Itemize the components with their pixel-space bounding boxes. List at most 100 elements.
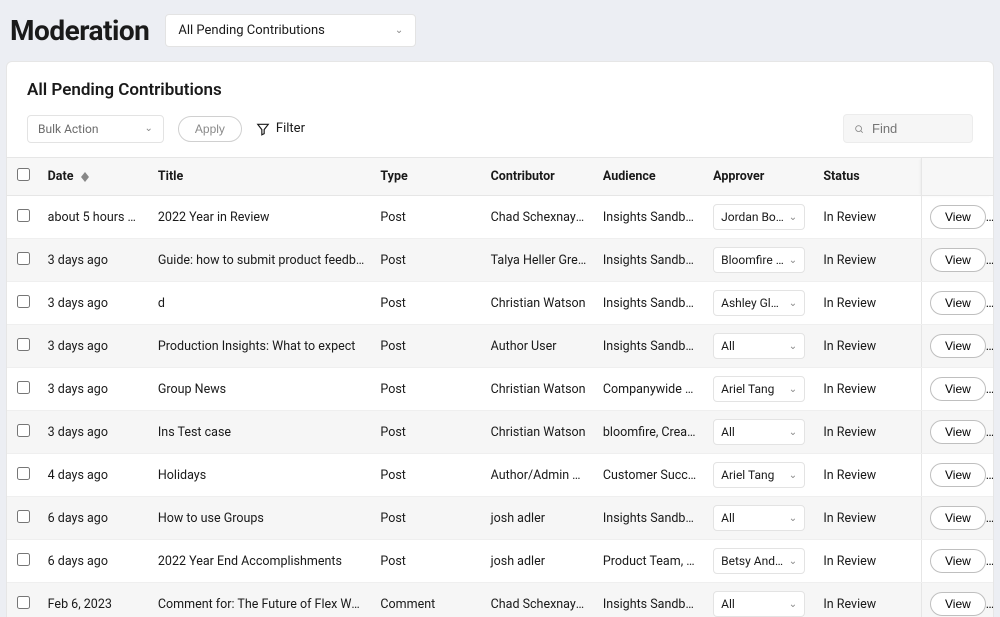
select-all-checkbox[interactable] <box>17 168 30 181</box>
approver-value: Ariel Tang <box>721 382 774 396</box>
col-audience[interactable]: Audience <box>595 158 705 196</box>
row-date: 3 days ago <box>40 368 150 411</box>
row-type: Post <box>372 282 482 325</box>
row-audience: Insights Sandbox <box>595 282 705 325</box>
table-row: 4 days agoHolidaysPostAuthor/Admin TestC… <box>7 454 993 497</box>
row-type: Comment <box>372 583 482 617</box>
row-actions: View <box>922 583 994 617</box>
funnel-icon <box>256 122 270 136</box>
col-status[interactable]: Status <box>815 158 921 196</box>
row-approver-cell: Ashley Gladden⌄ <box>705 282 815 325</box>
view-button[interactable]: View <box>930 377 986 401</box>
search-input[interactable] <box>872 121 962 136</box>
col-approver[interactable]: Approver <box>705 158 815 196</box>
row-approver-cell: All⌄ <box>705 497 815 540</box>
row-checkbox[interactable] <box>17 295 30 308</box>
view-button[interactable]: View <box>930 463 986 487</box>
table-row: about 5 hours ago2022 Year in ReviewPost… <box>7 196 993 239</box>
chevron-down-icon: ⌄ <box>145 123 153 134</box>
row-status: In Review <box>815 540 921 583</box>
row-status: In Review <box>815 454 921 497</box>
row-approver-cell: All⌄ <box>705 583 815 617</box>
approver-dropdown[interactable]: Ashley Gladden⌄ <box>713 290 805 316</box>
row-status: In Review <box>815 196 921 239</box>
row-type: Post <box>372 411 482 454</box>
row-type: Post <box>372 540 482 583</box>
row-audience: Insights Sandbox <box>595 325 705 368</box>
filter-button[interactable]: Filter <box>256 121 305 136</box>
row-status: In Review <box>815 497 921 540</box>
row-checkbox[interactable] <box>17 510 30 523</box>
table-row: 3 days agodPostChristian WatsonInsights … <box>7 282 993 325</box>
search-box[interactable] <box>843 114 973 143</box>
row-audience: Insights Sandbox <box>595 196 705 239</box>
approver-value: All <box>721 425 735 439</box>
chevron-down-icon: ⌄ <box>789 255 797 266</box>
row-actions: View <box>922 540 994 583</box>
approver-dropdown[interactable]: Jordan Boyson⌄ <box>713 204 805 230</box>
approver-value: Betsy Anderson <box>721 554 785 568</box>
row-checkbox[interactable] <box>17 209 30 222</box>
col-date-label: Date <box>48 169 74 184</box>
row-audience: Insights Sandbox <box>595 583 705 617</box>
row-checkbox[interactable] <box>17 252 30 265</box>
row-title: Ins Test case <box>150 411 373 454</box>
row-status: In Review <box>815 282 921 325</box>
row-contributor: Chad Schexnayder <box>483 583 595 617</box>
row-checkbox[interactable] <box>17 381 30 394</box>
row-status: In Review <box>815 583 921 617</box>
chevron-down-icon: ⌄ <box>789 298 797 309</box>
view-button[interactable]: View <box>930 506 986 530</box>
apply-button[interactable]: Apply <box>178 116 242 142</box>
approver-dropdown[interactable]: Ariel Tang⌄ <box>713 376 805 402</box>
col-type[interactable]: Type <box>372 158 482 196</box>
row-actions: View <box>922 282 994 325</box>
row-checkbox[interactable] <box>17 467 30 480</box>
row-actions: View <box>922 497 994 540</box>
col-contributor[interactable]: Contributor <box>483 158 595 196</box>
row-actions: View <box>922 411 994 454</box>
table-row: 3 days agoGroup NewsPostChristian Watson… <box>7 368 993 411</box>
row-actions: View <box>922 239 994 282</box>
approver-dropdown[interactable]: Betsy Anderson⌄ <box>713 548 805 574</box>
row-date: 3 days ago <box>40 325 150 368</box>
row-contributor: josh adler <box>483 540 595 583</box>
row-checkbox-cell <box>7 325 40 368</box>
pending-filter-dropdown[interactable]: All Pending Contributions ⌄ <box>165 14 416 47</box>
view-button[interactable]: View <box>930 248 986 272</box>
col-approver-label: Approver <box>713 169 764 184</box>
view-button[interactable]: View <box>930 592 986 616</box>
approver-dropdown[interactable]: All⌄ <box>713 505 805 531</box>
table-row: 3 days agoIns Test casePostChristian Wat… <box>7 411 993 454</box>
page-header: Moderation All Pending Contributions ⌄ <box>0 0 1000 61</box>
view-button[interactable]: View <box>930 291 986 315</box>
row-approver-cell: Ariel Tang⌄ <box>705 454 815 497</box>
row-contributor: Author/Admin Test <box>483 454 595 497</box>
approver-dropdown[interactable]: Ariel Tang⌄ <box>713 462 805 488</box>
bulk-action-dropdown[interactable]: Bulk Action ⌄ <box>27 115 164 143</box>
row-contributor: Chad Schexnayder <box>483 196 595 239</box>
row-checkbox[interactable] <box>17 553 30 566</box>
row-type: Post <box>372 239 482 282</box>
approver-dropdown[interactable]: All⌄ <box>713 419 805 445</box>
view-button[interactable]: View <box>930 549 986 573</box>
row-checkbox[interactable] <box>17 424 30 437</box>
col-date[interactable]: Date <box>40 158 150 196</box>
row-checkbox[interactable] <box>17 338 30 351</box>
view-button[interactable]: View <box>930 334 986 358</box>
approver-dropdown[interactable]: All⌄ <box>713 591 805 617</box>
col-title[interactable]: Title <box>150 158 373 196</box>
row-contributor: Christian Watson <box>483 411 595 454</box>
approver-dropdown[interactable]: Bloomfire Amb...⌄ <box>713 247 805 273</box>
col-select-all[interactable] <box>7 158 40 196</box>
row-audience: Insights Sandbox <box>595 239 705 282</box>
section-title: All Pending Contributions <box>7 80 993 114</box>
view-button[interactable]: View <box>930 420 986 444</box>
approver-dropdown[interactable]: All⌄ <box>713 333 805 359</box>
row-status: In Review <box>815 325 921 368</box>
row-actions: View <box>922 454 994 497</box>
chevron-down-icon: ⌄ <box>395 25 403 36</box>
row-checkbox[interactable] <box>17 596 30 609</box>
view-button[interactable]: View <box>930 205 986 229</box>
row-title: 2022 Year in Review <box>150 196 373 239</box>
